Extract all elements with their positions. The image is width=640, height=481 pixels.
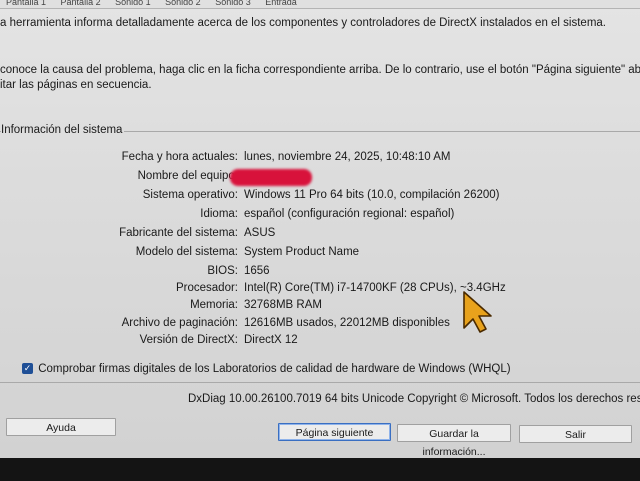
tab-sonido-2[interactable]: Sonido 2: [159, 0, 207, 7]
tab-sonido-1[interactable]: Sonido 1: [109, 0, 157, 7]
tab-strip: Pantalla 1 Pantalla 2 Sonido 1 Sonido 2 …: [0, 0, 640, 9]
info-label: Memoria:: [190, 299, 238, 311]
system-info-title: Información del sistema: [1, 124, 125, 136]
info-label: Modelo del sistema:: [135, 246, 238, 258]
info-label: Archivo de paginación:: [121, 317, 238, 329]
info-value: System Product Name: [244, 246, 360, 258]
dxdiag-window: Pantalla 1 Pantalla 2 Sonido 1 Sonido 2 …: [0, 0, 640, 458]
row-idioma: Idioma: español (configuración regional:…: [0, 205, 640, 223]
whql-checkbox[interactable]: ✓: [22, 363, 33, 375]
info-value: DirectX 12: [244, 334, 298, 346]
info-label: Fabricante del sistema:: [119, 227, 238, 239]
info-value: 1656: [244, 265, 270, 277]
instructions-text: conoce la causa del problema, haga clic …: [0, 63, 640, 92]
row-fecha-hora: Fecha y hora actuales: lunes, noviembre …: [0, 148, 640, 166]
tab-pantalla-2[interactable]: Pantalla 2: [55, 0, 107, 7]
instructions-line-2: itar las páginas en secuencia.: [0, 78, 152, 91]
checkmark-icon: ✓: [23, 363, 32, 374]
save-info-button[interactable]: Guardar la información...: [397, 424, 511, 458]
redaction-scribble: [230, 169, 312, 186]
info-label: Nombre del equipo:: [137, 170, 238, 182]
info-value: ASUS: [244, 227, 276, 239]
info-label: Sistema operativo:: [142, 189, 238, 201]
info-label: Procesador:: [175, 282, 238, 294]
next-page-button[interactable]: Página siguiente: [278, 423, 391, 441]
row-version-directx: Versión de DirectX: DirectX 12: [0, 331, 640, 349]
info-label: BIOS:: [207, 265, 238, 277]
whql-checkbox-row[interactable]: ✓ Comprobar firmas digitales de los Labo…: [22, 361, 511, 377]
tab-entrada[interactable]: Entrada: [259, 0, 303, 7]
mouse-pointer-icon: [463, 291, 492, 333]
tab-pantalla-1[interactable]: Pantalla 1: [0, 0, 52, 7]
help-button[interactable]: Ayuda: [6, 418, 116, 436]
row-archivo-paginacion: Archivo de paginación: 12616MB usados, 2…: [0, 314, 640, 332]
info-value: 12616MB usados, 22012MB disponibles: [244, 317, 450, 329]
info-label: Versión de DirectX:: [139, 334, 238, 346]
row-sistema-operativo: Sistema operativo: Windows 11 Pro 64 bit…: [0, 186, 640, 204]
info-value: español (configuración regional: español…: [244, 208, 455, 220]
row-bios: BIOS: 1656: [0, 262, 640, 280]
copyright-footer: DxDiag 10.00.26100.7019 64 bits Unicode …: [188, 393, 640, 405]
info-value: Windows 11 Pro 64 bits (10.0, compilació…: [244, 189, 500, 201]
exit-button[interactable]: Salir: [519, 425, 632, 443]
info-value: 32768MB RAM: [244, 299, 322, 311]
row-procesador: Procesador: Intel(R) Core(TM) i7-14700KF…: [0, 279, 640, 297]
whql-checkbox-label: Comprobar firmas digitales de los Labora…: [38, 363, 511, 375]
info-label: Idioma:: [200, 208, 238, 220]
row-modelo: Modelo del sistema: System Product Name: [0, 243, 640, 261]
tab-sonido-3[interactable]: Sonido 3: [209, 0, 257, 7]
info-value: lunes, noviembre 24, 2025, 10:48:10 AM: [244, 151, 451, 163]
row-memoria: Memoria: 32768MB RAM: [0, 296, 640, 314]
row-nombre-equipo: Nombre del equipo:: [0, 167, 640, 185]
row-fabricante: Fabricante del sistema: ASUS: [0, 224, 640, 242]
instructions-line-1: conoce la causa del problema, haga clic …: [0, 64, 640, 76]
monitor-bezel: [0, 458, 640, 481]
info-label: Fecha y hora actuales:: [121, 151, 238, 163]
intro-text: a herramienta informa detalladamente ace…: [0, 17, 606, 29]
